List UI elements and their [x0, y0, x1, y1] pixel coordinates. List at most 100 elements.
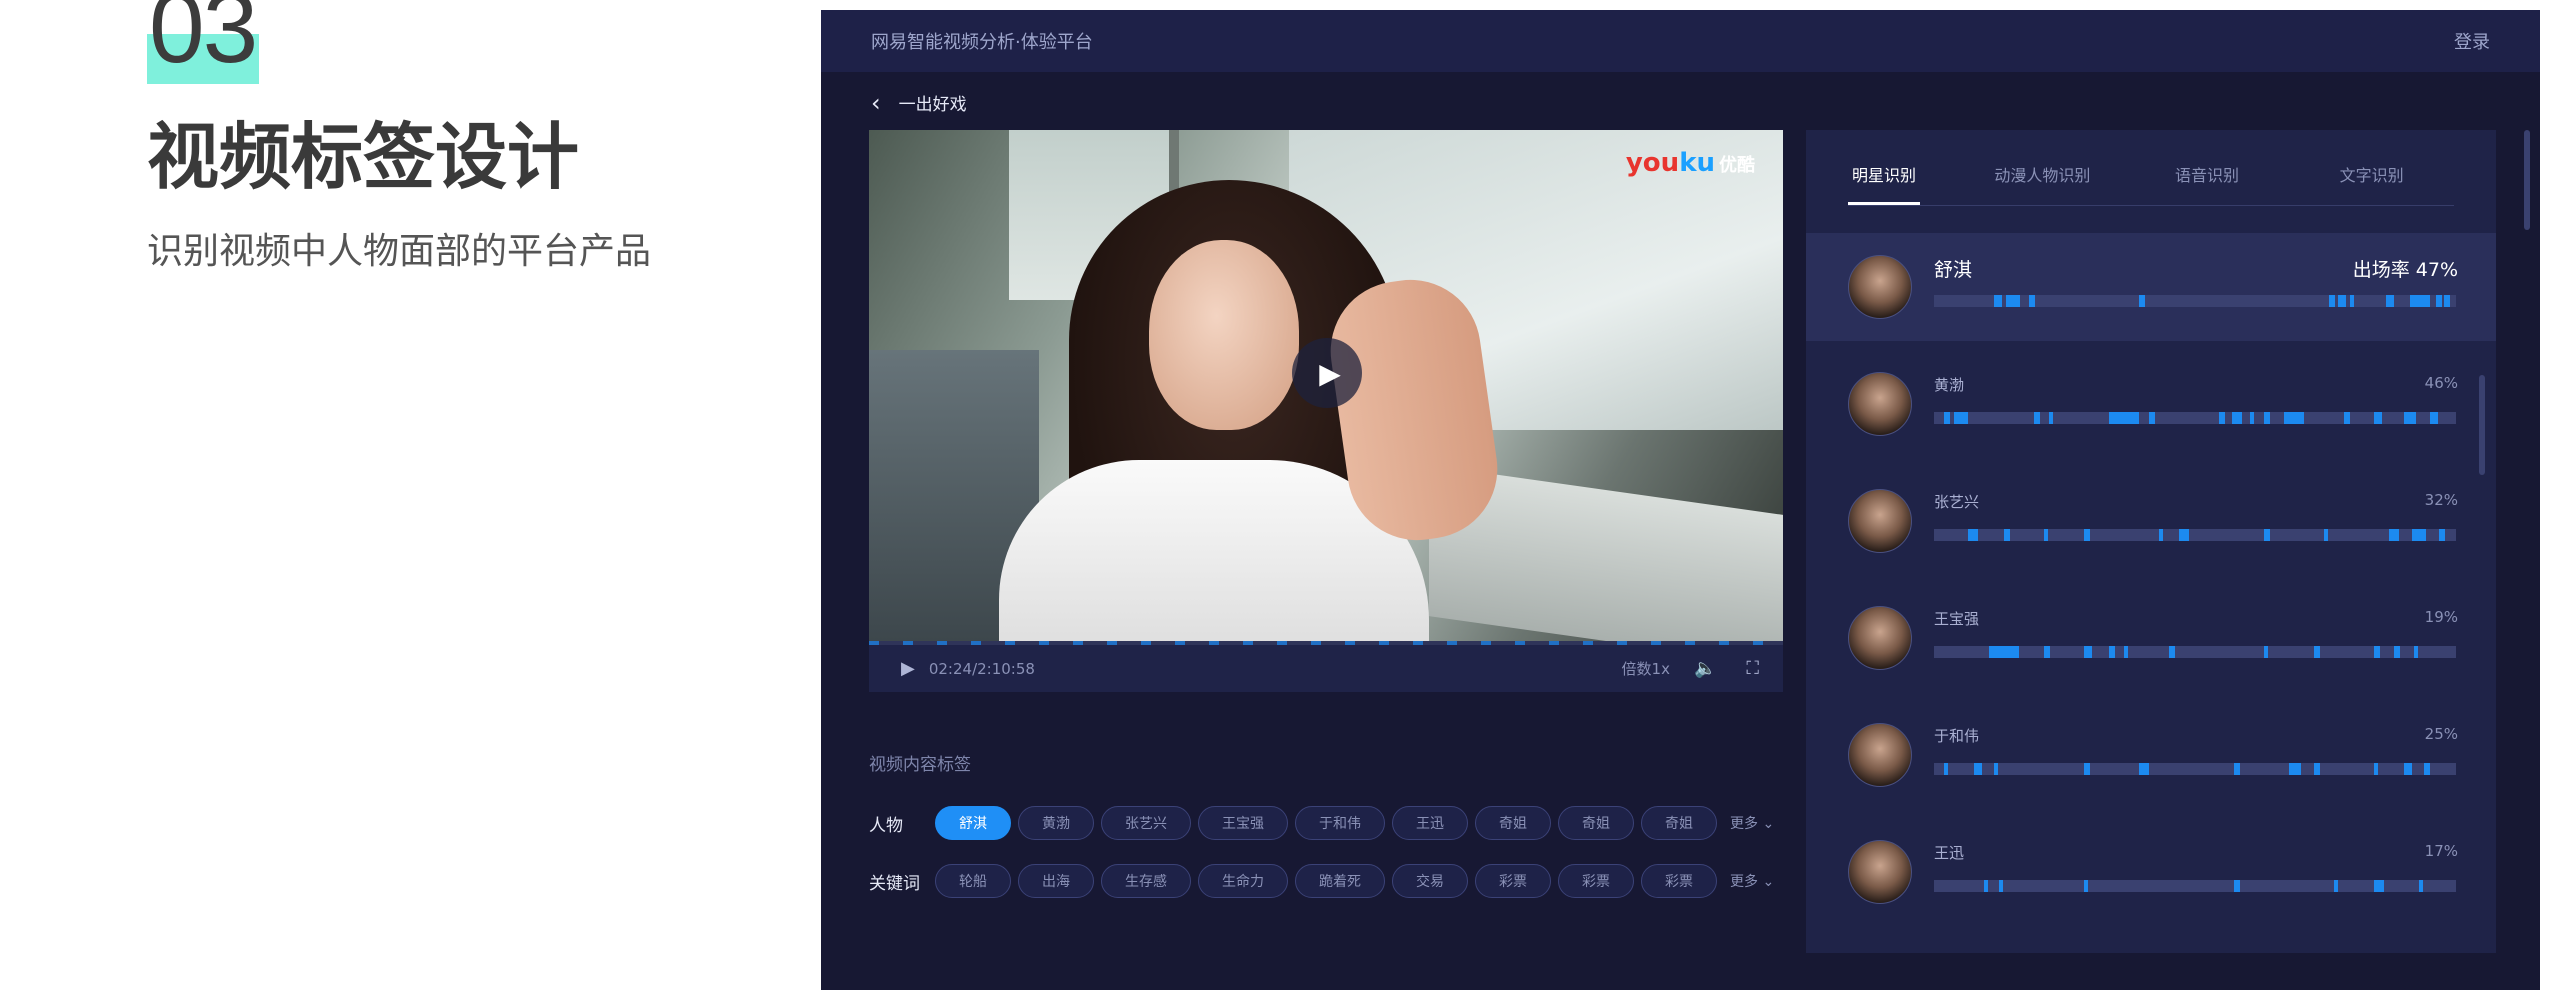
- speed-button[interactable]: 倍数1x: [1622, 658, 1670, 679]
- timeline-segment: [1944, 763, 1948, 775]
- timeline-segment: [2374, 880, 2384, 892]
- people-more-button[interactable]: 更多 ⌄: [1730, 813, 1774, 833]
- avatar: [1848, 606, 1912, 670]
- play-icon[interactable]: ▶: [901, 658, 915, 679]
- timeline-segment: [2424, 763, 2430, 775]
- person-name: 王宝强: [1934, 610, 1980, 628]
- page-subtitle: 识别视频中人物面部的平台产品: [147, 231, 652, 272]
- person-tag-chip[interactable]: 王迅: [1392, 806, 1468, 840]
- person-tag-chip[interactable]: 黄渤: [1018, 806, 1094, 840]
- page-scrollbar[interactable]: [2524, 130, 2530, 230]
- appearance-timeline[interactable]: [1934, 763, 2456, 775]
- list-scrollbar[interactable]: [2479, 375, 2485, 475]
- person-tag-chip[interactable]: 奇姐: [1641, 806, 1717, 840]
- app-title: 网易智能视频分析·体验平台: [871, 32, 1093, 53]
- timeline-segment: [2324, 529, 2328, 541]
- keywords-label: 关键词: [869, 873, 920, 894]
- appearance-timeline[interactable]: [1934, 412, 2456, 424]
- appearance-rate: 32%: [2425, 491, 2458, 509]
- youku-logo: youku 优酷: [1625, 148, 1755, 178]
- timeline-segment: [2029, 295, 2035, 307]
- tab-0[interactable]: 明星识别: [1848, 155, 1920, 205]
- person-tag-chip[interactable]: 张艺兴: [1101, 806, 1191, 840]
- keyword-tag-chip[interactable]: 交易: [1392, 864, 1468, 898]
- keyword-tag-chip[interactable]: 彩票: [1641, 864, 1717, 898]
- appearance-timeline[interactable]: [1934, 295, 2456, 307]
- keyword-tag-chip[interactable]: 轮船: [935, 864, 1011, 898]
- login-link[interactable]: 登录: [2454, 28, 2490, 54]
- person-row[interactable]: 王迅 17%: [1806, 818, 2496, 926]
- avatar: [1848, 489, 1912, 553]
- keyword-tag-chip[interactable]: 跪着死: [1295, 864, 1385, 898]
- timeline-segment: [2084, 529, 2090, 541]
- tab-2[interactable]: 语音识别: [2125, 155, 2290, 205]
- timeline-segment: [2250, 412, 2254, 424]
- person-row[interactable]: 舒淇 出场率 47%: [1806, 233, 2496, 341]
- appearance-timeline[interactable]: [1934, 646, 2456, 658]
- keyword-tag-chip[interactable]: 彩票: [1475, 864, 1551, 898]
- timeline-segment: [2374, 412, 2382, 424]
- timeline-segment: [2284, 412, 2304, 424]
- video-player[interactable]: youku 优酷 ▶: [869, 130, 1783, 641]
- video-title: 一出好戏: [898, 95, 967, 115]
- person-tag-chip[interactable]: 舒淇: [935, 806, 1011, 840]
- recognition-panel: 明星识别 动漫人物识别 语音识别 文字识别 舒淇 出场率 47% 黄渤 46% 张艺兴 32% 王…: [1806, 130, 2496, 953]
- person-row[interactable]: 王宝强 19%: [1806, 584, 2496, 692]
- timeline-segment: [2414, 646, 2418, 658]
- person-tag-chip[interactable]: 王宝强: [1198, 806, 1288, 840]
- timeline-segment: [2109, 646, 2115, 658]
- timeline-segment: [2386, 295, 2394, 307]
- keyword-tag-chip[interactable]: 彩票: [1558, 864, 1634, 898]
- timeline-segment: [2436, 295, 2442, 307]
- time-display: 02:24/2:10:58: [928, 659, 1035, 678]
- fullscreen-icon[interactable]: ⛶: [1746, 658, 1759, 679]
- appearance-timeline[interactable]: [1934, 880, 2456, 892]
- timeline-segment: [2084, 646, 2092, 658]
- rate-value: 47%: [2415, 259, 2458, 281]
- person-name: 黄渤: [1934, 376, 1965, 394]
- person-tag-chip[interactable]: 奇姐: [1558, 806, 1634, 840]
- timeline-segment: [2139, 763, 2149, 775]
- timeline-segment: [2234, 880, 2240, 892]
- person-name: 王迅: [1934, 844, 1965, 862]
- timeline-segment: [2439, 529, 2445, 541]
- play-overlay-button[interactable]: ▶: [1292, 338, 1362, 408]
- appearance-timeline[interactable]: [1934, 529, 2456, 541]
- keyword-tag-chip[interactable]: 出海: [1018, 864, 1094, 898]
- appearance-rate: 出场率 47%: [2353, 255, 2458, 282]
- keyword-tag-chip[interactable]: 生命力: [1198, 864, 1288, 898]
- person-row[interactable]: 黄渤 46%: [1806, 350, 2496, 458]
- timeline-segment: [2394, 646, 2400, 658]
- person-name: 于和伟: [1934, 727, 1980, 745]
- tab-1[interactable]: 动漫人物识别: [1960, 155, 2125, 205]
- keywords-more-button[interactable]: 更多 ⌄: [1730, 871, 1774, 891]
- timeline-segment: [2374, 763, 2378, 775]
- rate-prefix: 出场率: [2352, 259, 2410, 281]
- people-label: 人物: [869, 815, 903, 836]
- person-row[interactable]: 张艺兴 32%: [1806, 467, 2496, 575]
- timeline-segment: [1994, 295, 2002, 307]
- timeline-segment: [1974, 763, 1982, 775]
- timeline-segment: [2004, 529, 2010, 541]
- person-tag-chip[interactable]: 奇姐: [1475, 806, 1551, 840]
- person-row[interactable]: 于和伟 25%: [1806, 701, 2496, 809]
- appearance-rate: 46%: [2425, 374, 2458, 392]
- timeline-segment: [2329, 295, 2335, 307]
- timeline-segment: [2049, 412, 2053, 424]
- timeline-segment: [2084, 880, 2088, 892]
- person-tag-chip[interactable]: 于和伟: [1295, 806, 1385, 840]
- timeline-segment: [2034, 412, 2040, 424]
- timeline-segment: [2234, 763, 2240, 775]
- video-controls: ▶ 02:24/2:10:58 倍数1x 🔈 ⛶: [869, 645, 1783, 692]
- tab-3[interactable]: 文字识别: [2289, 155, 2454, 205]
- timeline-segment: [2314, 763, 2320, 775]
- keyword-tag-chip[interactable]: 生存感: [1101, 864, 1191, 898]
- timeline-segment: [2289, 763, 2301, 775]
- timeline-segment: [2109, 412, 2139, 424]
- timeline-segment: [2219, 412, 2225, 424]
- chevron-left-icon[interactable]: ‹: [871, 91, 881, 115]
- intro-section: 03 视频标签设计 识别视频中人物面部的平台产品: [147, 0, 767, 272]
- timeline-segment: [1944, 412, 1950, 424]
- volume-icon[interactable]: 🔈: [1694, 658, 1716, 679]
- app-window: 网易智能视频分析·体验平台 登录 ‹ 一出好戏 youku 优酷 ▶ ▶ 02:2…: [821, 10, 2540, 990]
